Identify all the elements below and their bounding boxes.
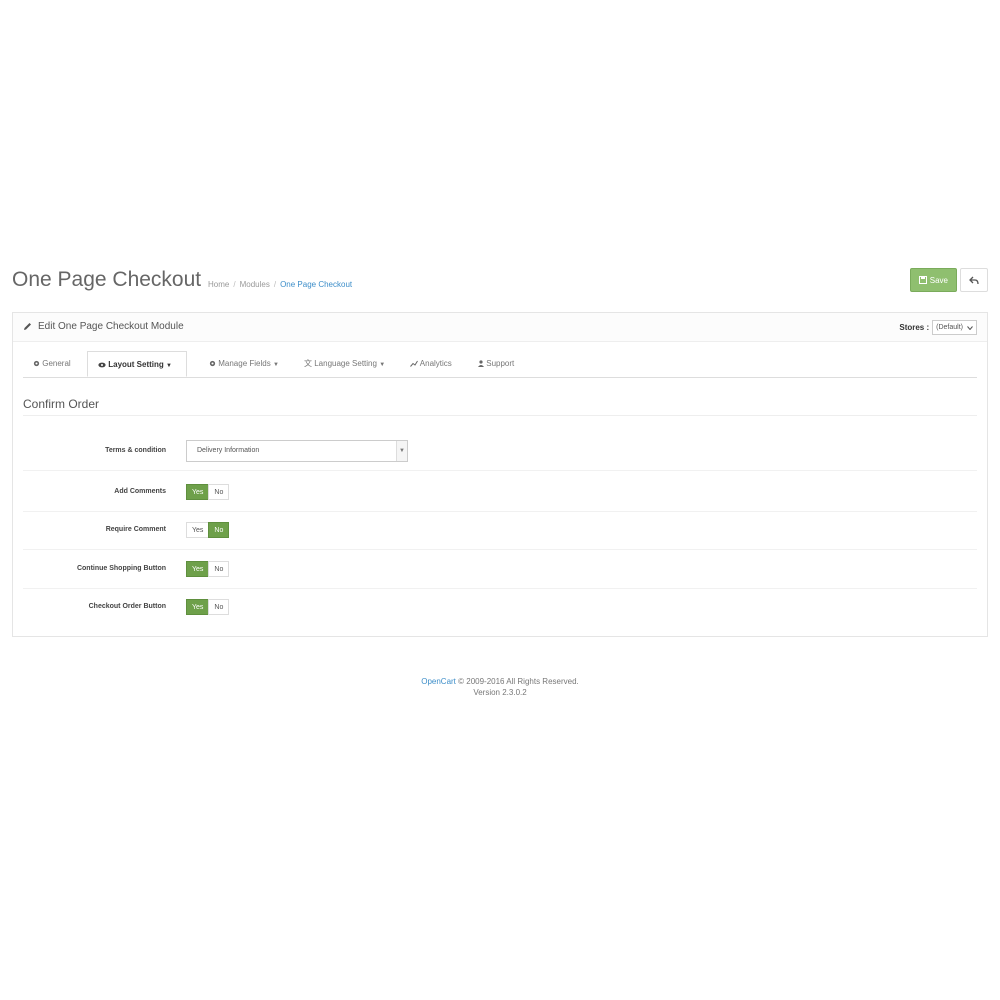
save-button[interactable]: Save	[909, 268, 957, 292]
panel-title: Edit One Page Checkout Module	[23, 321, 184, 332]
footer-copyright-line: OpenCart © 2009-2016 All Rights Reserved…	[0, 676, 1000, 687]
checkout-order-toggle: Yes No	[186, 599, 230, 615]
tab-general[interactable]: General	[23, 351, 87, 377]
module-panel: Edit One Page Checkout Module Stores : (…	[12, 312, 988, 637]
chevron-down-icon	[967, 325, 973, 330]
tab-layout-setting[interactable]: Layout Setting ▼	[87, 351, 187, 377]
add-comments-no[interactable]: No	[208, 484, 230, 500]
terms-condition-label: Terms & condition	[105, 447, 166, 454]
save-button-label: Save	[929, 275, 948, 285]
panel-title-text: Edit One Page Checkout Module	[38, 321, 184, 332]
tab-support[interactable]: Support	[468, 351, 528, 377]
stores-select-value: (Default)	[936, 324, 963, 331]
breadcrumb-separator: /	[233, 280, 236, 289]
add-comments-toggle: Yes No	[186, 484, 230, 500]
gear-icon	[209, 360, 216, 367]
translate-icon: 文	[304, 359, 312, 368]
add-comments-label: Add Comments	[114, 488, 166, 495]
add-comments-yes[interactable]: Yes	[186, 484, 210, 500]
breadcrumb-current[interactable]: One Page Checkout	[280, 280, 352, 289]
checkout-order-yes[interactable]: Yes	[186, 599, 210, 615]
row-terms-condition: Terms & condition Delivery Information ▼	[23, 432, 977, 471]
gear-icon	[33, 360, 40, 367]
panel-heading: Edit One Page Checkout Module Stores : (…	[13, 313, 987, 342]
terms-condition-value: Delivery Information	[197, 447, 260, 454]
checkout-order-label: Checkout Order Button	[88, 603, 166, 610]
footer: OpenCart © 2009-2016 All Rights Reserved…	[0, 676, 1000, 698]
row-require-comment: Require Comment Yes No	[23, 511, 977, 550]
back-button[interactable]	[960, 268, 988, 292]
breadcrumb-modules[interactable]: Modules	[240, 280, 270, 289]
page-header: One Page Checkout Home / Modules / One Page …	[12, 266, 988, 296]
require-comment-toggle: Yes No	[186, 522, 230, 538]
continue-shopping-toggle: Yes No	[186, 561, 230, 577]
continue-shopping-label: Continue Shopping Button	[76, 565, 166, 572]
continue-shopping-no[interactable]: No	[208, 561, 230, 577]
require-comment-label: Require Comment	[105, 526, 166, 533]
breadcrumb-home[interactable]: Home	[208, 280, 229, 289]
stores-select[interactable]: (Default)	[932, 320, 977, 335]
save-icon	[918, 276, 927, 284]
caret-down-icon: ▼	[379, 362, 386, 368]
breadcrumb: Home / Modules / One Page Checkout	[208, 280, 352, 289]
tab-bar: General Layout Setting ▼ Manage Fields ▼…	[23, 351, 977, 378]
continue-shopping-yes[interactable]: Yes	[186, 561, 210, 577]
reply-icon	[969, 276, 979, 285]
header-buttons: Save	[909, 268, 988, 292]
pencil-icon	[23, 322, 32, 331]
stores-selector: Stores : (Default)	[899, 320, 977, 335]
user-icon	[478, 360, 484, 368]
stores-label: Stores :	[899, 323, 930, 332]
row-add-comments: Add Comments Yes No	[23, 473, 977, 512]
require-comment-yes[interactable]: Yes	[186, 522, 210, 538]
row-checkout-order: Checkout Order Button Yes No	[23, 588, 977, 626]
section-title: Confirm Order	[23, 397, 100, 411]
tab-analytics[interactable]: Analytics	[400, 351, 464, 377]
caret-down-icon: ▼	[272, 362, 279, 368]
chart-icon	[410, 360, 418, 368]
eye-icon	[98, 362, 106, 368]
terms-condition-select[interactable]: Delivery Information ▼	[186, 440, 408, 462]
select-arrow-icon: ▼	[396, 441, 407, 461]
copyright-text: © 2009-2016 All Rights Reserved.	[455, 677, 579, 686]
breadcrumb-separator: /	[273, 280, 277, 289]
require-comment-no[interactable]: No	[208, 522, 230, 538]
caret-down-icon: ▼	[166, 363, 172, 369]
version-text: Version 2.3.0.2	[473, 688, 527, 697]
tab-manage-fields[interactable]: Manage Fields ▼	[199, 351, 289, 377]
section-divider	[23, 415, 977, 416]
tab-language-setting[interactable]: 文 Language Setting ▼	[294, 351, 394, 377]
opencart-link[interactable]: OpenCart	[421, 677, 456, 686]
checkout-order-no[interactable]: No	[208, 599, 230, 615]
row-continue-shopping: Continue Shopping Button Yes No	[23, 550, 977, 589]
page-title: One Page Checkout	[12, 268, 202, 291]
